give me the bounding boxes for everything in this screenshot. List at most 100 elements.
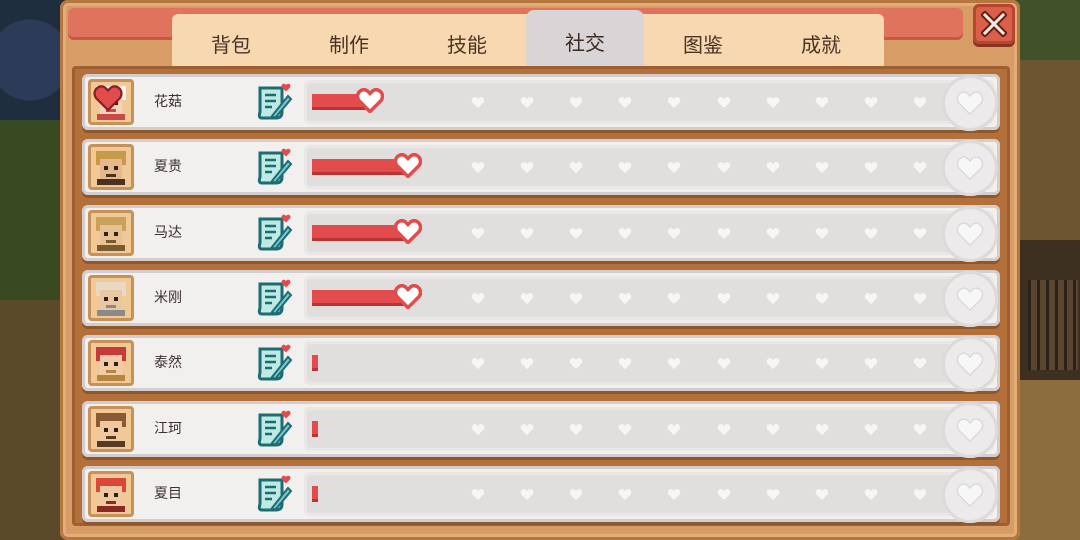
heart-tick-icon — [766, 162, 779, 174]
letter-button[interactable] — [254, 409, 294, 449]
villager-row[interactable]: 花菇 — [82, 74, 1000, 131]
villager-portrait[interactable] — [88, 405, 134, 452]
villager-portrait[interactable] — [88, 274, 134, 321]
heart-tick-icon — [864, 162, 878, 174]
friendship-fill — [312, 355, 318, 372]
heart-tick-icon — [520, 97, 534, 109]
max-heart-badge — [942, 270, 998, 327]
heart-tick-icon — [619, 488, 632, 500]
letter-button[interactable] — [254, 82, 294, 122]
heart-tick-icon — [619, 97, 632, 109]
heart-tick-icon — [815, 358, 829, 370]
heart-tick-icon — [815, 227, 829, 239]
game-world-right — [1010, 0, 1080, 540]
villager-list[interactable]: 花菇夏贵马达米刚泰然江珂夏目 — [72, 66, 1010, 526]
heart-tick-icon — [471, 97, 485, 109]
heart-tick-icon — [619, 227, 632, 239]
portrait-icon — [96, 412, 126, 447]
heart-tick-icon — [520, 358, 534, 370]
heart-tick-icon — [471, 292, 485, 304]
heart-tick-icon — [520, 423, 534, 435]
heart-tick-icon — [668, 97, 681, 109]
menu-tabs: 背包 制作 技能 社交 图鉴 成就 — [172, 10, 884, 75]
tab-backpack[interactable]: 背包 — [172, 14, 290, 75]
heart-tick-icon — [815, 162, 829, 174]
villager-row[interactable]: 江珂 — [82, 400, 1000, 458]
villager-portrait[interactable] — [88, 470, 134, 517]
villager-row[interactable]: 夏贵 — [82, 139, 1000, 197]
heart-tick-icon — [815, 97, 829, 109]
villager-portrait[interactable] — [88, 79, 134, 125]
friendship-bar — [304, 270, 998, 327]
heart-tick-icon — [619, 162, 632, 174]
heart-tick-icon — [815, 423, 829, 435]
letter-heart-icon — [257, 475, 293, 512]
heart-tick-icon — [668, 488, 681, 500]
heart-tick-icon — [668, 162, 681, 174]
heart-tick-icon — [569, 292, 583, 304]
heart-tick-icon — [619, 423, 632, 435]
max-heart-icon — [956, 221, 984, 246]
heart-tick-icon — [815, 292, 829, 304]
tab-collection[interactable]: 图鉴 — [644, 14, 762, 75]
letter-heart-icon — [257, 148, 293, 185]
letter-button[interactable] — [254, 147, 294, 187]
heart-tick-icon — [520, 227, 534, 239]
friendship-heart-icon — [394, 283, 422, 309]
heart-tick-icon — [569, 488, 583, 500]
villager-row[interactable]: 米刚 — [82, 269, 1000, 327]
heart-tick-icon — [717, 423, 730, 435]
heart-tick-icon — [668, 423, 681, 435]
heart-tick-icon — [766, 227, 779, 239]
max-heart-badge — [942, 205, 998, 262]
villager-portrait[interactable] — [88, 340, 134, 387]
heart-tick-icon — [864, 488, 878, 500]
heart-tick-icon — [913, 162, 927, 174]
tab-achievements[interactable]: 成就 — [762, 14, 880, 72]
heart-tick-icon — [864, 97, 878, 109]
letter-button[interactable] — [254, 343, 294, 383]
villager-row[interactable]: 泰然 — [82, 335, 1000, 393]
letter-heart-icon — [257, 83, 293, 120]
villager-portrait[interactable] — [88, 144, 134, 191]
heart-tick-icon — [717, 292, 730, 304]
heart-tick-icon — [668, 358, 681, 370]
friendship-heart-icon — [394, 218, 422, 244]
letter-heart-icon — [257, 214, 293, 251]
heart-tick-icon — [569, 97, 583, 109]
letter-heart-icon — [257, 279, 293, 316]
villager-name: 夏贵 — [154, 159, 182, 176]
heart-tick-icon — [913, 358, 927, 370]
max-heart-badge — [942, 336, 998, 393]
portrait-icon — [96, 347, 126, 382]
heart-tick-icon — [815, 488, 829, 500]
villager-name: 米刚 — [154, 289, 182, 306]
gifted-heart-icon — [93, 85, 123, 112]
heart-tick-icon — [913, 227, 927, 239]
villager-name: 马达 — [154, 224, 182, 241]
heart-tick-icon — [913, 292, 927, 304]
tab-social[interactable]: 社交 — [526, 10, 644, 72]
letter-heart-icon — [257, 344, 293, 381]
tab-crafting[interactable]: 制作 — [290, 14, 408, 75]
friendship-bar — [304, 466, 998, 523]
heart-tick-icon — [471, 488, 485, 500]
heart-tick-icon — [766, 358, 779, 370]
heart-tick-icon — [717, 358, 730, 370]
portrait-icon — [96, 216, 126, 251]
portrait-icon — [96, 477, 126, 512]
letter-button[interactable] — [254, 278, 294, 318]
heart-tick-icon — [619, 292, 632, 304]
heart-tick-icon — [717, 488, 730, 500]
heart-tick-icon — [569, 162, 583, 174]
villager-name: 花菇 — [154, 94, 182, 110]
heart-tick-icon — [619, 358, 632, 370]
letter-button[interactable] — [254, 474, 294, 514]
villager-portrait[interactable] — [88, 209, 134, 256]
tab-skills[interactable]: 技能 — [408, 14, 526, 75]
villager-row[interactable]: 马达 — [82, 204, 1000, 262]
close-button[interactable] — [973, 4, 1015, 44]
heart-tick-icon — [569, 227, 583, 239]
letter-button[interactable] — [254, 213, 294, 253]
villager-row[interactable]: 夏目 — [82, 465, 1000, 523]
